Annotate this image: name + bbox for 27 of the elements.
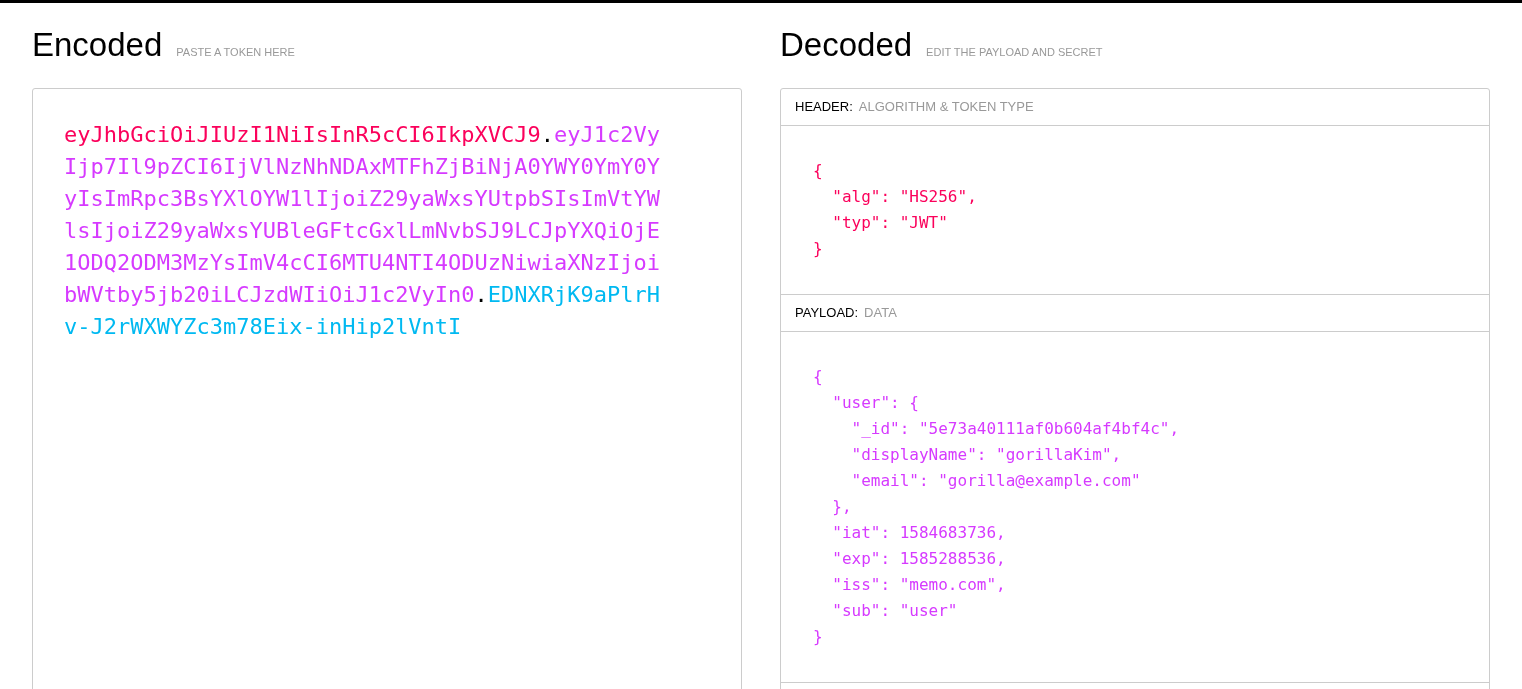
code-line: "displayName": "gorillaKim", — [850, 444, 1122, 466]
code-line: "alg": "HS256", — [831, 186, 977, 208]
code-line: { — [813, 160, 823, 182]
code-line: "iat": 1584683736, — [831, 522, 1006, 544]
section-hint: EDIT THE PAYLOAD AND SECRET — [926, 45, 1103, 60]
code-line: }, — [831, 496, 852, 518]
code-line: "typ": "JWT" — [831, 212, 948, 234]
encoded-token: eyJhbGciOiJIUzI1NiIsInR5cCI6IkpXVCJ9.eyJ1c2VyIjp7Il9pZCI6IjVlNzNhNDAxMTFhZjBiNjA0YWY0YmY0YyIsImRpc3BsYXlOYW1lIjoiZ29yaWxsYUtpbSIsImVtYWlsIjoiZ29yaWxsYUBleGFtcGxlLmNvbSJ9LCJpYXQiOjE1ODQ2ODM3MzYsImV4cCI6MTU4NTI4ODUzNiwiaXNzIjoibWVtby5jb20iLCJzdWIiOiJ1c2VyIn0.EDNXRjK9aPlrHv-J2rWXWYZc3m78Eix-inHip2lVntI — [64, 121, 662, 341]
section-label: HEADER: — [795, 98, 853, 117]
section-sublabel: DATA — [864, 304, 897, 323]
token-input[interactable] — [32, 88, 742, 689]
code-line: "exp": 1585288536, — [831, 548, 1006, 570]
code-line: } — [813, 626, 823, 648]
code-line: "sub": "user" — [831, 600, 958, 622]
section-label: PAYLOAD: — [795, 304, 859, 323]
code-line: "user": { — [831, 392, 919, 414]
json-editor[interactable]: { "user": { "_id": "5e73a40111af0b604af4bf4c", "displayName": "gorillaKim", "email": "gorilla@example.com" }, "iat": 1584683736, "exp": 1585288536, "iss": "memo.com", "sub": "user" } — [781, 332, 1489, 682]
code-line: "iss": "memo.com", — [831, 574, 1006, 596]
code-line: { — [813, 366, 823, 388]
code-line: "_id": "5e73a40111af0b604af4bf4c", — [850, 418, 1180, 440]
code-line: "email": "gorilla@example.com" — [850, 470, 1141, 492]
section-title: Decoded — [780, 25, 913, 65]
section-sublabel: ALGORITHM & TOKEN TYPE — [858, 98, 1034, 117]
code-line: } — [813, 238, 823, 260]
section-hint: PASTE A TOKEN HERE — [176, 45, 295, 60]
json-editor[interactable]: { "alg": "HS256", "typ": "JWT" } — [781, 126, 1489, 294]
section-title: Encoded — [32, 25, 163, 65]
